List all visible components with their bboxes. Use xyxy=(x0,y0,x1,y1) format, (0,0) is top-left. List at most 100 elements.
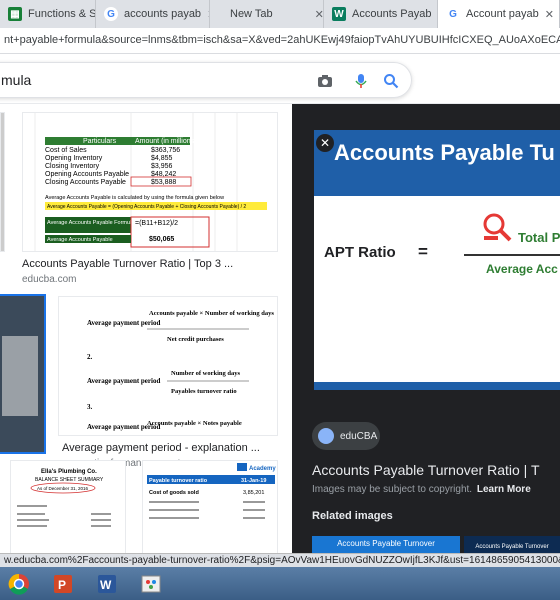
google-icon: G xyxy=(104,7,118,21)
table-header-amount: Amount (in millions) xyxy=(135,138,196,145)
result-source: educba.com xyxy=(22,274,77,285)
tab-strip: ▦ Functions & St G accounts payab ✕ New … xyxy=(0,0,560,28)
address-bar[interactable]: nt+payable+formula&source=lnms&tbm=isch&… xyxy=(0,28,560,54)
image-result-selected[interactable] xyxy=(0,294,46,454)
search-icon[interactable] xyxy=(383,73,399,89)
ratio-label: APT Ratio xyxy=(324,244,396,261)
formula-thumbnail: Average payment period Accounts payable … xyxy=(87,310,274,431)
result-caption[interactable]: Accounts Payable Turnover Ratio | Top 3 … xyxy=(22,258,233,270)
tab-accounts-payable-wsj[interactable]: W Accounts Payab ✕ xyxy=(324,0,438,28)
learn-more-link[interactable]: Learn More xyxy=(477,484,531,495)
table-formula-label: Average Accounts Payable Formula xyxy=(47,220,135,226)
image-result-average-payment-period[interactable]: Average payment period Accounts payable … xyxy=(58,296,278,436)
company-name: Ella's Plumbing Co. xyxy=(41,469,97,475)
word-icon[interactable]: W xyxy=(90,569,124,599)
table-value: $4,855 xyxy=(151,155,173,162)
wsj-icon: W xyxy=(332,7,346,21)
powerpoint-icon[interactable]: P xyxy=(46,569,80,599)
table-value: $3,956 xyxy=(151,163,173,170)
image-result-payable-turnover[interactable]: Academy Payable turnover ratio 31-Jan-19… xyxy=(142,460,278,560)
table-label: Opening Accounts Payable xyxy=(45,171,129,178)
paint-icon[interactable] xyxy=(134,569,168,599)
search-input[interactable]: mula xyxy=(1,72,31,88)
formula-number: 3. xyxy=(87,403,93,411)
tab-accounts-payable-google[interactable]: G accounts payab ✕ xyxy=(96,0,210,28)
image-result-educba-table[interactable]: Particulars Amount (in millions) Cost of… xyxy=(22,112,278,252)
tab-label: Account payab xyxy=(466,8,539,20)
copyright-text: Images may be subject to copyright. xyxy=(312,484,473,495)
table-label: Cost of Sales xyxy=(45,147,87,154)
ratio-numerator: Total P xyxy=(518,230,560,245)
balance-sheet-thumbnail: Ella's Plumbing Co. BALANCE SHEET SUMMAR… xyxy=(17,469,111,527)
google-icon: G xyxy=(446,7,460,21)
sheet-date: As of December 31, 2016 xyxy=(37,486,89,491)
svg-text:W: W xyxy=(100,578,112,592)
image-preview-panel: Accounts Payable Tu APT Ratio = Total P … xyxy=(292,104,560,574)
image-results: Particulars Amount (in millions) Cost of… xyxy=(0,104,292,574)
preview-image[interactable]: Accounts Payable Tu APT Ratio = Total P … xyxy=(314,130,560,390)
site-chip[interactable]: eduCBA xyxy=(312,422,380,450)
tab-new-tab[interactable]: New Tab ✕ xyxy=(210,0,324,28)
table-label: Closing Inventory xyxy=(45,163,100,170)
close-icon[interactable]: ✕ xyxy=(315,8,323,21)
ratio-header: Payable turnover ratio xyxy=(149,478,208,484)
url-text: nt+payable+formula&source=lnms&tbm=isch&… xyxy=(4,34,560,46)
tab-functions[interactable]: ▦ Functions & St xyxy=(0,0,96,28)
chrome-icon[interactable] xyxy=(2,569,36,599)
sheet-title: BALANCE SHEET SUMMARY xyxy=(35,477,104,483)
link-status-bar: w.educba.com%2Faccounts-payable-turnover… xyxy=(0,553,560,567)
formula-denominator: Payables turnover ratio xyxy=(171,388,237,395)
windows-taskbar: P W xyxy=(0,567,560,600)
copyright-row: Images may be subject to copyright. Lear… xyxy=(312,484,531,495)
table-result-label: Average Accounts Payable xyxy=(47,237,113,243)
svg-text:P: P xyxy=(58,578,66,592)
magnifier-icon xyxy=(483,213,512,242)
preview-banner: Accounts Payable Tu xyxy=(334,140,555,165)
result-caption[interactable]: Average payment period - explanation ... xyxy=(62,442,260,454)
cogs-label: Cost of goods sold xyxy=(149,490,199,496)
table-formula: Average Accounts Payable = (Opening Acco… xyxy=(47,204,246,210)
formula-numerator: Number of working days xyxy=(171,370,241,377)
search-box[interactable]: mula xyxy=(0,62,412,98)
microphone-icon[interactable] xyxy=(353,73,369,89)
academy-label: Academy xyxy=(249,466,276,472)
cogs-value: 3,85,201 xyxy=(243,490,264,496)
table-note: Average Accounts Payable is calculated b… xyxy=(45,195,224,201)
formula-label: Average payment period xyxy=(87,377,160,385)
tab-label: New Tab xyxy=(230,8,273,20)
ratio-column: 31-Jan-19 xyxy=(241,478,266,484)
camera-icon[interactable] xyxy=(317,73,333,89)
close-preview-button[interactable]: ✕ xyxy=(316,134,334,152)
tab-label: Functions & St xyxy=(28,8,96,20)
formula-numerator: Accounts payable × Number of working day… xyxy=(149,310,274,317)
table-label: Closing Accounts Payable xyxy=(45,179,126,186)
related-heading: Related images xyxy=(312,510,393,522)
turnover-thumbnail: Academy Payable turnover ratio 31-Jan-19… xyxy=(147,463,276,519)
table-value: $363,756 xyxy=(151,147,180,154)
sheets-icon: ▦ xyxy=(8,7,22,21)
formula-number: 2. xyxy=(87,353,93,361)
table-formula-cell: =(B11+B12)/2 xyxy=(135,220,178,227)
table-label: Opening Inventory xyxy=(45,155,103,162)
formula-denominator: Net credit purchases xyxy=(167,336,224,343)
ratio-denominator: Average Acc xyxy=(486,262,558,276)
image-result-balance-sheet[interactable]: Ella's Plumbing Co. BALANCE SHEET SUMMAR… xyxy=(10,460,126,560)
table-value: $53,888 xyxy=(151,179,176,186)
related-image-1-title: Accounts Payable Turnover xyxy=(337,539,435,548)
preview-title[interactable]: Accounts Payable Turnover Ratio | T xyxy=(312,462,540,478)
site-name: eduCBA xyxy=(340,430,378,442)
tab-label: accounts payab xyxy=(124,8,202,20)
formula-numerator: Accounts payable × Notes payable xyxy=(147,420,242,427)
formula-label: Average payment period xyxy=(87,319,160,327)
globe-icon xyxy=(318,428,334,444)
table-result-value: $50,065 xyxy=(149,236,174,243)
related-image-2-title: Accounts Payable Turnover xyxy=(475,544,549,550)
table-header-particulars: Particulars xyxy=(83,138,117,145)
search-row: mula xyxy=(0,56,560,104)
equals-sign: = xyxy=(418,242,428,261)
image-result-cropped[interactable] xyxy=(0,112,5,252)
close-icon[interactable]: ✕ xyxy=(545,8,554,21)
tab-label: Accounts Payab xyxy=(352,8,432,20)
spreadsheet-thumbnail: Particulars Amount (in millions) Cost of… xyxy=(23,113,277,251)
tab-account-payable-google[interactable]: G Account payab ✕ xyxy=(438,0,560,28)
